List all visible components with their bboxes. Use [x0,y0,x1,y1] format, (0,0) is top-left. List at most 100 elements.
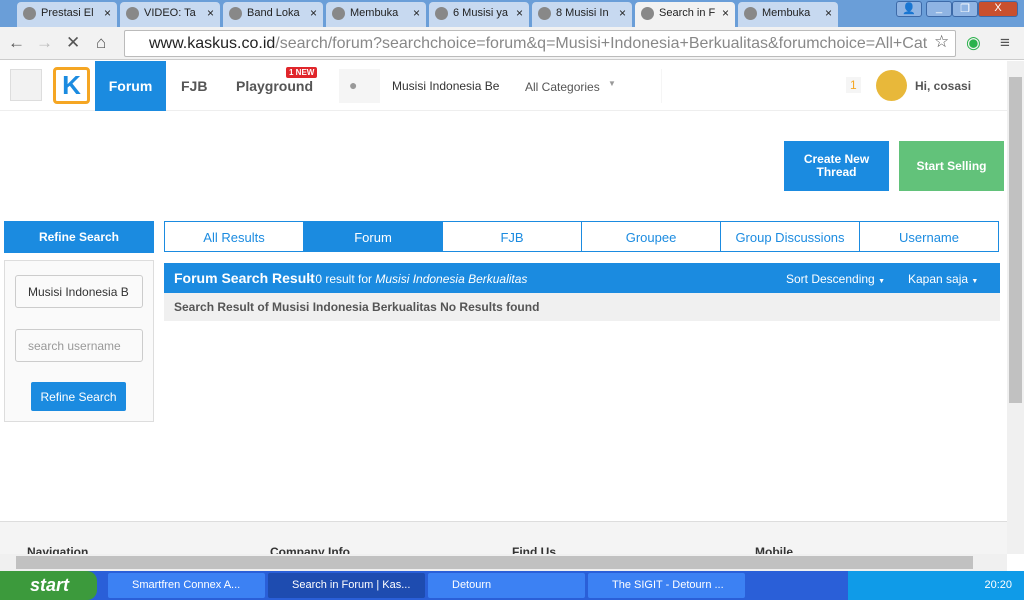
footer-mobile: Mobile [755,545,793,554]
result-query: Musisi Indonesia Berkualitas [375,272,528,286]
clock: 20:20 [984,579,1012,591]
favicon-icon [435,7,448,20]
browser-tab[interactable]: VIDEO: Ta × [120,2,220,27]
favicon-icon [538,7,551,20]
tab-title: Prestasi El [41,7,94,19]
vertical-scrollbar[interactable] [1007,61,1024,554]
tab-title: Band Loka [247,7,300,19]
footer: Navigation Company Info Find Us Mobile [0,521,1007,554]
kaskus-logo[interactable]: K [53,67,90,104]
refine-search-button[interactable]: Refine Search [31,382,126,411]
scroll-thumb-h[interactable] [16,556,973,569]
tab-title: 8 Musisi In [556,7,609,19]
stop-icon[interactable]: ✕ [66,33,80,53]
tab-username[interactable]: Username [860,222,998,251]
footer-find-us: Find Us [512,545,556,554]
site-header: K Forum FJB Playground 1 NEW ● Musisi In… [0,61,1007,111]
new-badge: 1 NEW [286,67,318,78]
browser-tab[interactable]: Prestasi El × [17,2,117,27]
url-host: www.kaskus.co.id [149,35,276,52]
menu-icon[interactable]: ≡ [1000,33,1010,53]
browser-tab[interactable]: 8 Musisi In × [532,2,632,27]
page: K Forum FJB Playground 1 NEW ● Musisi In… [0,61,1007,554]
close-tab-icon[interactable]: × [207,6,214,20]
taskbar-item[interactable]: Smartfren Connex A... [108,573,265,598]
tab-title: Membuka [762,7,811,19]
forward-icon[interactable]: → [36,33,53,53]
close-tab-icon[interactable]: × [104,6,111,20]
taskbar-item[interactable]: Search in Forum | Kas... [268,573,425,598]
close-tab-icon[interactable]: × [619,6,626,20]
tab-fjb[interactable]: FJB [443,222,582,251]
favicon-icon [229,7,242,20]
sidebar-toggle[interactable] [10,69,42,101]
favicon-icon [641,7,654,20]
close-tab-icon[interactable]: × [516,6,523,20]
favicon-icon [126,7,139,20]
result-count: - 0 result for Musisi Indonesia Berkuali… [308,272,527,286]
refine-search-title: Refine Search [4,221,154,253]
notification-count[interactable]: 1 [846,77,861,93]
scroll-thumb[interactable] [1009,77,1022,403]
tab-title: 6 Musisi ya [453,7,509,19]
search-input[interactable]: Musisi Indonesia Be [392,79,499,93]
profile-button[interactable]: 👤 [896,1,922,17]
browser-tab[interactable]: Membuka × [326,2,426,27]
system-tray: 20:20 [848,571,1024,600]
tab-forum[interactable]: Forum [304,222,443,251]
time-label: Kapan saja [908,272,969,286]
chevron-down-icon: ▼ [878,278,885,285]
tab-group-discussions[interactable]: Group Discussions [721,222,860,251]
home-icon[interactable]: ⌂ [96,33,106,53]
taskbar: start Smartfren Connex A... Search in For… [0,571,1024,600]
close-tab-icon[interactable]: × [722,6,729,20]
minimize-button[interactable]: _ [926,1,952,17]
close-tab-icon[interactable]: × [413,6,420,20]
avatar[interactable] [876,70,907,101]
browser-tab-strip: Prestasi El × VIDEO: Ta × Band Loka × Membuka ×… [0,0,1024,27]
favicon-icon [744,7,757,20]
close-tab-icon[interactable]: × [310,6,317,20]
tab-title: Search in F [659,7,716,19]
taskbar-item[interactable]: The SIGIT - Detourn ... [588,573,745,598]
category-select[interactable]: All Categories [525,80,600,94]
browser-tab[interactable]: Membuka × [738,2,838,27]
create-thread-button[interactable]: Create New Thread [784,141,889,191]
nav-forum[interactable]: Forum [95,61,166,111]
tab-all-results[interactable]: All Results [165,222,304,251]
result-header: Forum Search Result - 0 result for Musis… [164,263,1000,293]
close-window-button[interactable]: X [978,1,1018,17]
keyword-input[interactable]: Musisi Indonesia B [15,275,143,308]
browser-tab[interactable]: Search in F × [635,2,735,27]
footer-navigation: Navigation [27,545,89,554]
chevron-down-icon: ▼ [971,278,979,285]
star-icon[interactable]: ☆ [934,32,949,52]
favicon-icon [332,7,345,20]
sort-dropdown[interactable]: Sort Descending ▼ [786,272,885,286]
horizontal-scrollbar[interactable] [0,554,1007,571]
tab-groupee[interactable]: Groupee [582,222,721,251]
tab-title: Membuka [350,7,399,19]
close-tab-icon[interactable]: × [825,6,832,20]
no-results-message: Search Result of Musisi Indonesia Berkua… [164,293,1000,321]
taskbar-item[interactable]: Detourn [428,573,585,598]
nav-fjb[interactable]: FJB [181,78,207,94]
time-dropdown[interactable]: Kapan saja ▼ [908,272,978,286]
start-selling-button[interactable]: Start Selling [899,141,1004,191]
refine-panel: Musisi Indonesia B search username Refin… [4,260,154,422]
nav-playground[interactable]: Playground [236,78,313,94]
address-bar[interactable]: www.kaskus.co.id/search/forum?searchchoi… [124,30,956,57]
browser-tab[interactable]: 6 Musisi ya × [429,2,529,27]
result-title: Forum Search Result [174,270,315,286]
grammarly-icon[interactable]: ◉ [966,33,981,53]
back-icon[interactable]: ← [8,33,25,53]
chat-icon: ● [349,77,358,93]
result-count-text: - 0 result for [308,272,376,286]
start-button[interactable]: start [0,571,97,600]
url-path: /search/forum?searchchoice=forum&q=Musis… [275,35,928,52]
username-input[interactable]: search username [15,329,143,362]
maximize-button[interactable]: ❐ [952,1,978,17]
user-greeting[interactable]: Hi, cosasi [915,79,971,93]
sort-label: Sort Descending [786,272,875,286]
browser-tab[interactable]: Band Loka × [223,2,323,27]
